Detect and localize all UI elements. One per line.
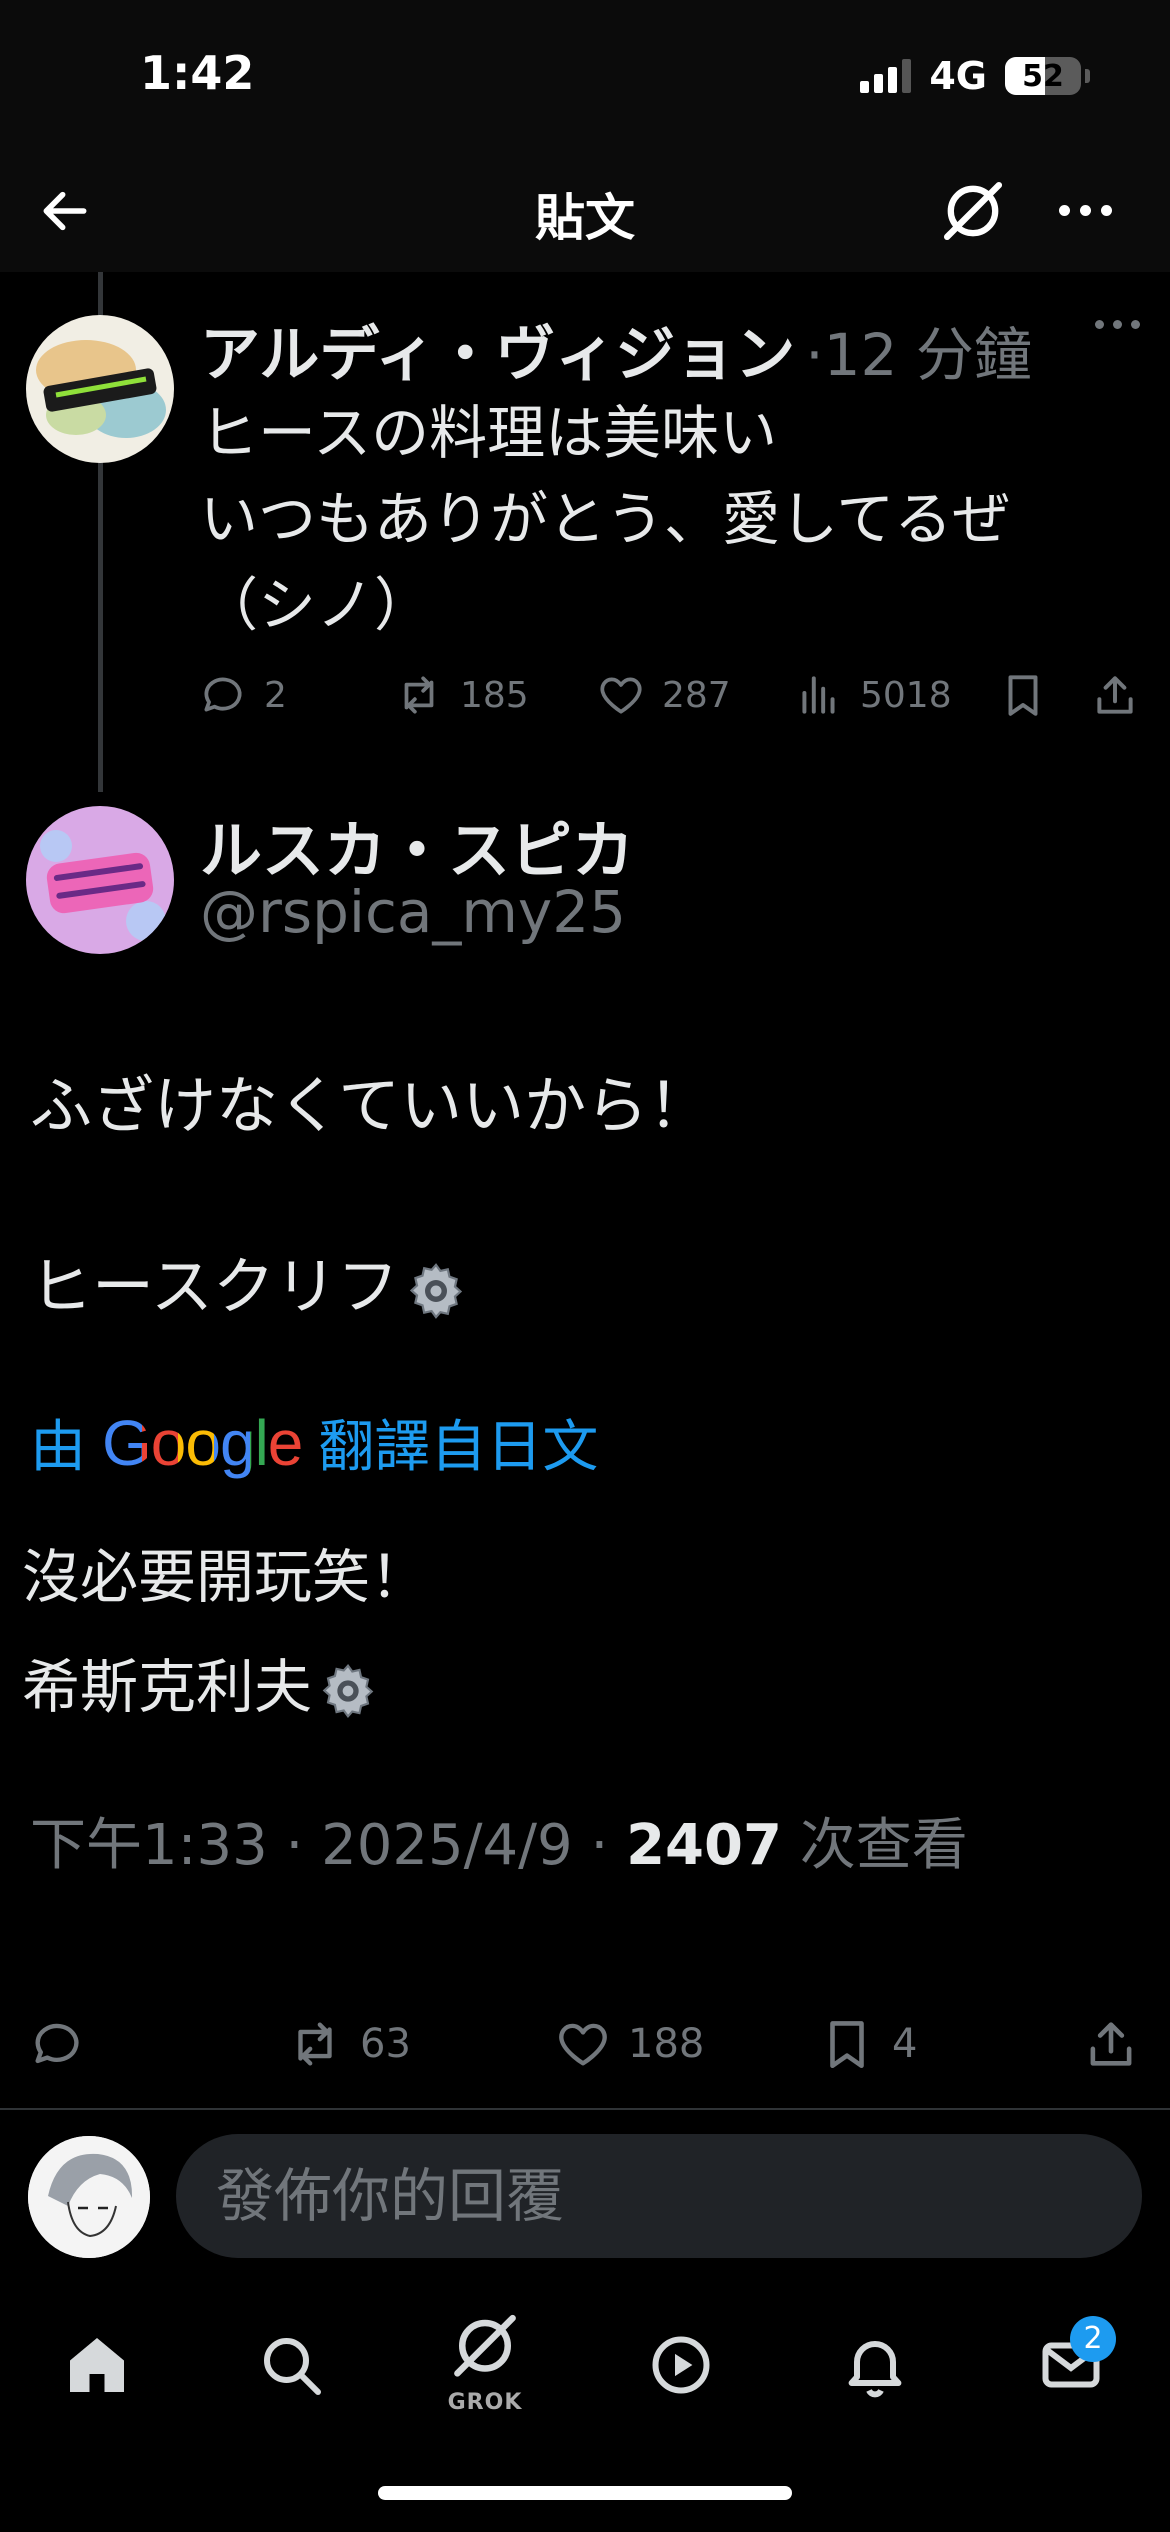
post-text: ヒースクリフ: [30, 1250, 399, 1323]
reply-button[interactable]: 2: [198, 670, 287, 720]
tab-messages[interactable]: 2: [1016, 2310, 1126, 2420]
tab-search[interactable]: [236, 2310, 346, 2420]
previous-post-header: アルディ・ヴィジョン ·12 分鐘: [200, 306, 1032, 393]
grok-icon: [943, 181, 1003, 241]
translate-suffix: 翻譯自日文: [318, 1415, 599, 1480]
gear-emoji-icon: [322, 1663, 374, 1718]
repost-button[interactable]: 63: [286, 2015, 411, 2073]
share-icon: [1090, 2022, 1132, 2066]
status-time: 1:42: [140, 46, 255, 100]
translation-attribution[interactable]: 由 Google 翻譯自日文: [30, 1402, 598, 1483]
my-avatar[interactable]: [28, 2136, 150, 2258]
reply-icon: [204, 677, 242, 712]
translated-text-line: 沒必要開玩笑！: [22, 1543, 429, 1611]
post-view-count[interactable]: 2407: [626, 1813, 782, 1878]
battery-tip: [1085, 69, 1090, 83]
bookmark-icon: [830, 2021, 864, 2069]
repost-button[interactable]: 185: [394, 670, 529, 720]
post-timestamp[interactable]: 下午1:33 · 2025/4/9 ·: [30, 1813, 626, 1878]
grok-icon: [454, 2314, 516, 2377]
views-label: 次查看: [781, 1813, 968, 1878]
heart-icon: [600, 677, 642, 714]
previous-post-actions: 2 185 287 5018: [198, 670, 1144, 740]
bookmark-button[interactable]: 4: [818, 2015, 917, 2073]
tab-home[interactable]: [42, 2310, 152, 2420]
post-text-line: ふざけなくていいから！: [30, 1069, 711, 1142]
more-dot: [1079, 204, 1091, 216]
home-icon: [70, 2338, 124, 2392]
battery-percent: 52: [1022, 59, 1064, 94]
previous-author-name[interactable]: アルディ・ヴィジョン: [200, 306, 795, 393]
view-count: 5018: [860, 674, 952, 716]
author-name[interactable]: ルスカ・スピカ: [200, 800, 634, 890]
post-actions: 63 188 4: [28, 2015, 1144, 2087]
like-count: 287: [662, 674, 731, 716]
translate-prefix: 由: [30, 1415, 86, 1480]
tab-notifications[interactable]: [820, 2310, 930, 2420]
like-button[interactable]: 188: [554, 2015, 704, 2073]
bell-icon: [848, 2341, 902, 2398]
post-metadata: 下午1:33 · 2025/4/9 · 2407 次查看: [30, 1800, 968, 1881]
reply-button[interactable]: [28, 2015, 86, 2073]
signal-icon: [860, 59, 912, 93]
share-button[interactable]: [1082, 2015, 1140, 2073]
reply-icon: [35, 2023, 79, 2064]
play-circle-icon: [652, 2336, 710, 2394]
bookmark-button[interactable]: [998, 670, 1048, 720]
reply-count: 2: [264, 674, 287, 716]
previous-post-line: いつもありがとう、愛してるぜ: [200, 485, 1011, 553]
like-count: 188: [628, 2021, 705, 2067]
battery-icon: 52: [1005, 57, 1081, 95]
top-nav: 貼文: [0, 150, 1170, 272]
more-dot: [1100, 204, 1112, 216]
translated-text-line-with-emoji: 希斯克利夫: [22, 1640, 380, 1724]
previous-post-time: ·12 分鐘: [805, 321, 1032, 389]
google-logo-text: Google: [102, 1406, 303, 1479]
network-type: 4G: [929, 54, 987, 98]
messages-badge: 2: [1070, 2316, 1116, 2362]
home-indicator[interactable]: [378, 2486, 792, 2500]
grok-label: GROK: [447, 2390, 523, 2415]
share-icon: [1097, 676, 1133, 714]
divider: [0, 2108, 1170, 2110]
tab-grok[interactable]: GROK: [430, 2294, 540, 2415]
more-dot: [1113, 320, 1122, 329]
status-indicators: 4G 52: [860, 54, 1090, 98]
author-avatar[interactable]: [26, 806, 174, 954]
more-dot: [1095, 320, 1104, 329]
views-chart-icon: [802, 676, 835, 714]
previous-post-text[interactable]: ヒースの料理は美味い いつもありがとう、愛してるぜ （シノ）: [200, 390, 1140, 648]
repost-icon: [298, 2022, 332, 2066]
grok-button[interactable]: [936, 174, 1010, 248]
tab-video[interactable]: [626, 2310, 736, 2420]
heart-icon: [559, 2023, 607, 2066]
more-dot: [1058, 204, 1070, 216]
repost-count: 185: [460, 674, 529, 716]
google-logo: Google: [102, 1406, 303, 1480]
repost-count: 63: [360, 2021, 411, 2067]
post-detail-screen: 1:42 4G 52 貼文 アルディ・ヴィジョン ·12 分鐘 ヒースの料理は美…: [0, 0, 1170, 2532]
bookmark-icon: [1008, 675, 1038, 716]
reply-input[interactable]: 發佈你的回覆: [176, 2134, 1142, 2258]
avatar-image: [26, 806, 174, 954]
status-bar: 1:42 4G 52: [0, 0, 1170, 150]
gear-emoji-icon: [409, 1263, 463, 1319]
avatar-image: [26, 315, 174, 463]
like-button[interactable]: 287: [596, 670, 731, 720]
more-options-button[interactable]: [1050, 180, 1120, 240]
author-handle[interactable]: @rspica_my25: [200, 878, 626, 946]
more-dot: [1131, 320, 1140, 329]
previous-post-more-button[interactable]: [1095, 320, 1140, 329]
post-text-line-with-emoji: ヒースクリフ: [30, 1236, 469, 1326]
repost-icon: [404, 676, 434, 714]
previous-post-line: ヒースの料理は美味い: [200, 399, 778, 467]
translated-text: 希斯克利夫: [22, 1653, 313, 1721]
previous-post-line: （シノ）: [200, 571, 433, 639]
avatar-image: [28, 2136, 150, 2258]
views-button[interactable]: 5018: [794, 670, 952, 720]
share-button[interactable]: [1090, 670, 1140, 720]
search-icon: [264, 2338, 321, 2395]
bookmark-count: 4: [892, 2021, 918, 2067]
previous-author-avatar[interactable]: [26, 315, 174, 463]
